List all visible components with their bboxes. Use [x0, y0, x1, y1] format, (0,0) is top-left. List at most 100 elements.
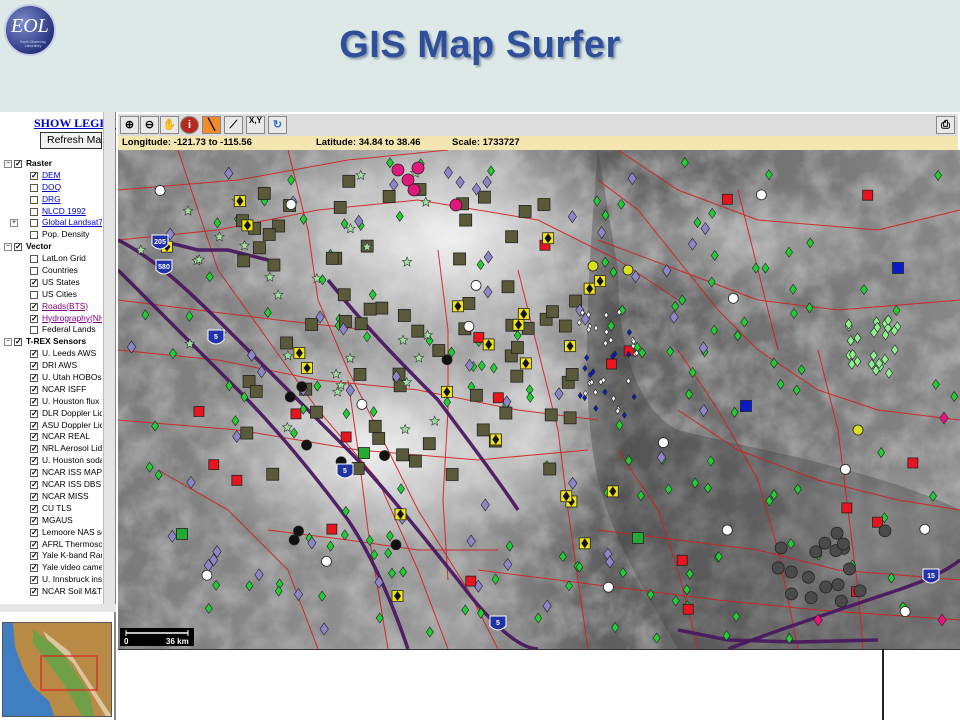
layer-checkbox[interactable]: ✓: [14, 243, 22, 252]
layer-item[interactable]: ✓ U. Houston flux t: [2, 396, 102, 408]
layer-item[interactable]: ✓ CU TLS: [2, 503, 102, 515]
layer-checkbox[interactable]: ✓: [14, 338, 22, 347]
layer-checkbox[interactable]: [30, 207, 38, 216]
layer-label[interactable]: DRG: [42, 194, 61, 206]
layer-checkbox[interactable]: ✓: [30, 445, 38, 454]
xy-coordinate-icon[interactable]: X,Y: [246, 116, 265, 134]
layer-item[interactable]: ✓ U. Innsbruck inst: [2, 574, 102, 586]
layer-item[interactable]: ✓ US States: [2, 277, 102, 289]
layer-checkbox[interactable]: [30, 195, 38, 204]
layer-item[interactable]: DOQ: [2, 182, 102, 194]
layer-checkbox[interactable]: [30, 183, 38, 192]
layer-item[interactable]: + Global Landsat7(: [2, 217, 102, 229]
print-icon[interactable]: ⎙: [936, 116, 955, 134]
layer-label[interactable]: Hydrography(NH: [42, 313, 102, 325]
layer-checkbox[interactable]: ✓: [30, 362, 38, 371]
layer-checkbox[interactable]: ✓: [30, 397, 38, 406]
layer-checkbox[interactable]: [30, 231, 38, 240]
layer-checkbox[interactable]: ✓: [30, 588, 38, 597]
layer-checkbox[interactable]: ✓: [30, 457, 38, 466]
layer-label[interactable]: DEM: [42, 170, 61, 182]
layer-checkbox[interactable]: ✓: [30, 278, 38, 287]
layer-checkbox[interactable]: ✓: [30, 171, 38, 180]
layer-item[interactable]: DRG: [2, 194, 102, 206]
layer-item[interactable]: NLCD 1992: [2, 206, 102, 218]
layer-checkbox[interactable]: ✓: [30, 492, 38, 501]
layer-label[interactable]: Roads(BTS): [42, 301, 88, 313]
layer-checkbox[interactable]: ✓: [30, 564, 38, 573]
layer-item[interactable]: ✓ NCAR REAL: [2, 431, 102, 443]
layer-checkbox[interactable]: ✓: [30, 481, 38, 490]
layer-item[interactable]: ✓ NCAR Soil M&T: [2, 586, 102, 598]
layer-item[interactable]: ✓ ASU Doppler Lida: [2, 420, 102, 432]
expand-toggle-icon[interactable]: −: [4, 338, 12, 347]
layer-item[interactable]: ✓ Lemoore NAS sc: [2, 527, 102, 539]
ruler-icon[interactable]: ⟋: [224, 116, 243, 134]
layer-checkbox[interactable]: ✓: [30, 504, 38, 513]
layer-checkbox[interactable]: ✓: [14, 160, 22, 168]
layer-group[interactable]: − ✓ Raster: [2, 158, 102, 170]
map-canvas[interactable]: 205 580 5 5 5 15: [118, 150, 960, 649]
layer-item[interactable]: ✓ DEM: [2, 170, 102, 182]
layer-item[interactable]: ✓ AFRL Thermosor: [2, 539, 102, 551]
layer-item[interactable]: ✓ Yale video came: [2, 562, 102, 574]
layer-label[interactable]: Global Landsat7(: [42, 217, 102, 229]
layer-item[interactable]: ✓ NCAR ISS MAPR: [2, 467, 102, 479]
layer-checkbox[interactable]: ✓: [30, 516, 38, 525]
layer-checkbox[interactable]: ✓: [30, 433, 38, 442]
layer-group[interactable]: − ✓ T-REX Sensors: [2, 336, 102, 348]
layer-item[interactable]: ✓ Yale K-band Rad: [2, 550, 102, 562]
layer-group[interactable]: − ✓ Vector: [2, 241, 102, 253]
expand-toggle-icon[interactable]: −: [4, 160, 12, 168]
layer-item[interactable]: ✓ MGAUS: [2, 515, 102, 527]
layer-checkbox[interactable]: ✓: [30, 421, 38, 430]
layer-item[interactable]: Countries: [2, 265, 102, 277]
layer-checkbox[interactable]: ✓: [30, 350, 38, 359]
layer-item[interactable]: ✓ DRI AWS: [2, 360, 102, 372]
layer-checkbox[interactable]: ✓: [30, 528, 38, 537]
layer-checkbox[interactable]: ✓: [30, 409, 38, 418]
expand-toggle-icon[interactable]: +: [10, 219, 18, 228]
layer-item[interactable]: ✓ NCAR MISS: [2, 491, 102, 503]
layer-checkbox[interactable]: [30, 219, 38, 228]
expand-toggle-icon[interactable]: −: [4, 243, 12, 252]
layer-checkbox[interactable]: ✓: [30, 302, 38, 311]
olive-square-sensor: [237, 254, 251, 268]
layer-checkbox[interactable]: ✓: [30, 552, 38, 561]
horizontal-scrollbar[interactable]: [0, 604, 116, 612]
layer-checkbox[interactable]: [30, 267, 38, 276]
layer-checkbox[interactable]: ✓: [30, 314, 38, 323]
layer-item[interactable]: ✓ NCAR ISFF: [2, 384, 102, 396]
vertical-scrollbar[interactable]: [103, 112, 115, 606]
overview-map[interactable]: [2, 622, 112, 717]
layer-checkbox[interactable]: [30, 290, 38, 299]
refresh-icon[interactable]: ↻: [268, 116, 287, 134]
layer-item[interactable]: ✓ U. Houston soda: [2, 455, 102, 467]
layer-checkbox[interactable]: [30, 255, 38, 264]
layer-checkbox[interactable]: [30, 326, 38, 335]
pan-hand-icon[interactable]: ✋: [160, 116, 179, 134]
layer-item[interactable]: ✓ Roads(BTS): [2, 301, 102, 313]
layer-item[interactable]: ✓ NCAR ISS DBS: [2, 479, 102, 491]
refresh-map-button[interactable]: Refresh Map: [40, 132, 102, 149]
layer-item[interactable]: US Cities: [2, 289, 102, 301]
layer-checkbox[interactable]: ✓: [30, 540, 38, 549]
layer-item[interactable]: ✓ Hydrography(NH: [2, 313, 102, 325]
layer-checkbox[interactable]: ✓: [30, 374, 38, 383]
zoom-out-icon[interactable]: ⊖: [140, 116, 159, 134]
layer-item[interactable]: ✓ U. Leeds AWS: [2, 348, 102, 360]
info-icon[interactable]: i: [180, 116, 199, 134]
layer-checkbox[interactable]: ✓: [30, 469, 38, 478]
layer-item[interactable]: Federal Lands: [2, 324, 102, 336]
layer-item[interactable]: ✓ DLR Doppler Lida: [2, 408, 102, 420]
layer-item[interactable]: ✓ U. Utah HOBOs: [2, 372, 102, 384]
layer-checkbox[interactable]: ✓: [30, 385, 38, 394]
layer-item[interactable]: ✓ NRL Aerosol Lida: [2, 443, 102, 455]
layer-checkbox[interactable]: ✓: [30, 576, 38, 585]
zoom-in-icon[interactable]: ⊕: [120, 116, 139, 134]
layer-item[interactable]: LatLon Grid: [2, 253, 102, 265]
highlight-icon[interactable]: ╲: [202, 116, 221, 134]
layer-item[interactable]: Pop. Density: [2, 229, 102, 241]
layer-label[interactable]: DOQ: [42, 182, 61, 194]
layer-label[interactable]: NLCD 1992: [42, 206, 86, 218]
